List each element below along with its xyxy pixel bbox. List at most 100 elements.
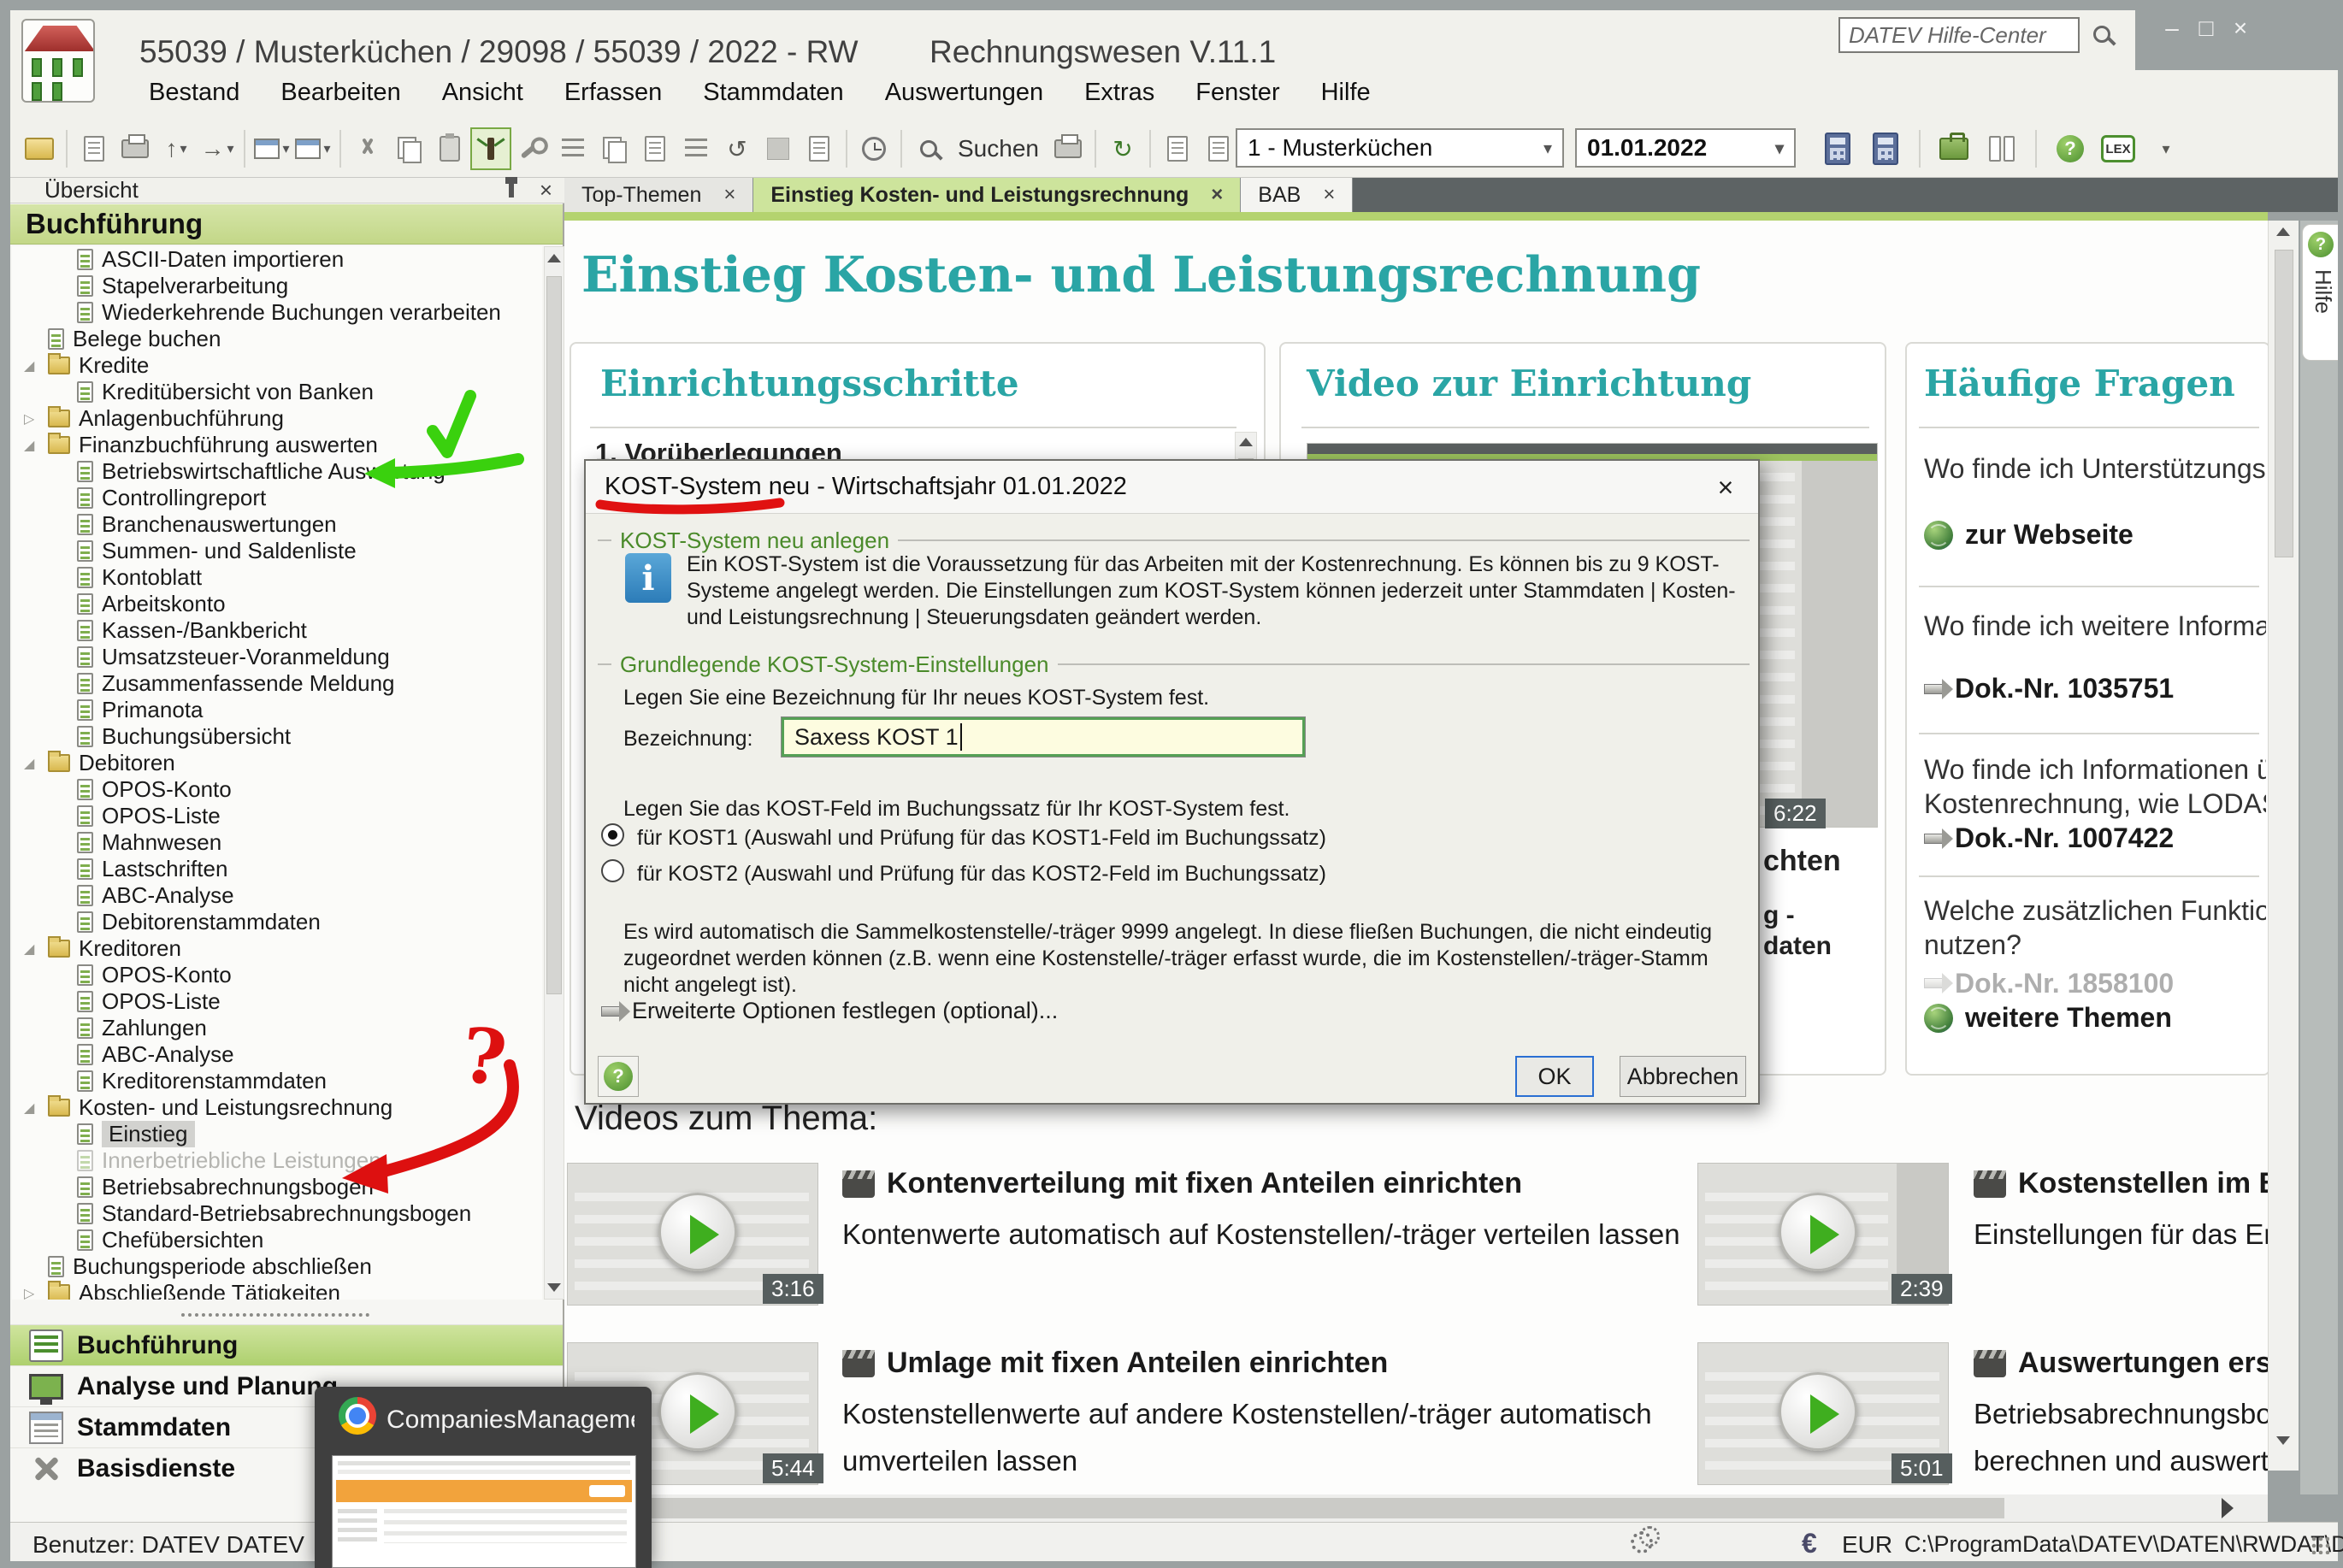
expander-closed-icon[interactable] [24,410,39,427]
scroll-down-icon[interactable] [2276,1436,2290,1445]
stack-button[interactable] [593,127,634,170]
books-button[interactable] [1981,127,2022,170]
menu-ansicht[interactable]: Ansicht [422,79,544,107]
dialog-help-button[interactable] [598,1056,639,1097]
tree-item[interactable]: Branchenauswertungen [12,511,542,538]
tree-item-betriebsabrechnungsbogen[interactable]: Betriebsabrechnungsbogen [12,1174,542,1200]
video-title[interactable]: Kontenverteilung mit fixen Anteilen einr… [842,1167,1663,1200]
tree-item[interactable]: Arbeitskonto [12,591,542,617]
search-button-label[interactable]: Suchen [958,135,1039,162]
tab-einstieg-kost[interactable]: Einstieg Kosten- und Leistungsrechnung× [753,178,1241,212]
faq-link-weitere-themen[interactable]: weitere Themen [1924,1002,2266,1034]
menu-bearbeiten[interactable]: Bearbeiten [260,79,421,107]
panel-close-icon[interactable]: × [540,177,552,203]
search-document-button[interactable] [908,127,949,170]
gears-icon[interactable] [1631,1531,1653,1553]
refresh-button[interactable] [1102,127,1143,170]
tree-item[interactable]: Belege buchen [12,326,542,352]
help-center-search-input[interactable] [1838,17,2080,53]
print-button[interactable] [115,127,156,170]
tree-scrollbar[interactable] [544,246,564,1300]
search-icon[interactable] [2093,26,2110,43]
print-preview-button[interactable] [74,127,115,170]
copy-button[interactable] [388,127,429,170]
tree-item[interactable]: Kreditübersicht von Banken [12,379,542,405]
tree-item[interactable]: Kassen-/Bankbericht [12,617,542,644]
hilfe-side-tab[interactable]: Hilfe [2302,224,2338,361]
cut-button[interactable] [347,127,388,170]
tab-close-icon[interactable]: × [723,183,735,207]
settings-wrench-button[interactable] [511,127,552,170]
open-button[interactable] [19,127,60,170]
scroll-down-icon[interactable] [547,1283,561,1292]
tab-top-themen[interactable]: Top-Themen× [564,178,753,212]
tree-item[interactable]: Chefübersichten [12,1227,542,1253]
tree-item[interactable]: Zahlungen [12,1015,542,1041]
tree-item[interactable]: Wiederkehrende Buchungen verarbeiten [12,299,542,326]
calculator-euro-button[interactable] [1865,127,1906,170]
companies-management-window[interactable]: CompaniesManagement - OCT... [315,1387,652,1568]
tree-item[interactable]: OPOS-Liste [12,988,542,1015]
undo-button[interactable] [717,127,758,170]
play-icon[interactable] [658,1372,737,1451]
dialog-title-bar[interactable]: KOST-System neu - Wirtschaftsjahr 01.01.… [586,461,1758,514]
tree-folder[interactable]: Debitoren [12,750,542,776]
tree-item[interactable]: Mahnwesen [12,829,542,856]
tree-item[interactable]: OPOS-Konto [12,962,542,988]
advanced-options-link[interactable]: Erweiterte Optionen festlegen (optional)… [601,998,1058,1024]
tree-folder[interactable]: Kredite [12,352,542,379]
tree-item[interactable]: Standard-Betriebsabrechnungsbogen [12,1200,542,1227]
resize-grip[interactable] [2311,1536,2329,1554]
edit-document-button[interactable] [799,127,840,170]
faq-link-doknr[interactable]: Dok.-Nr. 1007422 [1924,822,2266,854]
tab-close-icon[interactable]: × [1211,183,1223,207]
tree-folder[interactable]: Kosten- und Leistungsrechnung [12,1094,542,1121]
tree-item[interactable]: Summen- und Saldenliste [12,538,542,564]
tree-item[interactable]: Buchungsperiode abschließen [12,1253,542,1280]
booking-list-button[interactable] [552,127,593,170]
radio-kost2-label[interactable]: für KOST2 (Auswahl und Prüfung für das K… [637,861,1326,887]
radio-kost1-label[interactable]: für KOST1 (Auswahl und Prüfung für das K… [637,825,1326,852]
tree-view-button[interactable] [470,127,511,170]
close-button[interactable]: × [2223,14,2257,43]
menu-bestand[interactable]: Bestand [128,79,260,107]
toolbar-overflow-button[interactable]: ▾ [2145,127,2187,170]
menu-auswertungen[interactable]: Auswertungen [865,79,1064,107]
calculator-button[interactable] [1817,127,1858,170]
navigate-forward-button[interactable]: → [197,127,238,170]
tree-folder[interactable]: Kreditoren [12,935,542,962]
video-title[interactable]: Kostenstellen im Belege buchen erfasse [1974,1167,2268,1200]
clock-button[interactable] [853,127,894,170]
tab-bab[interactable]: BAB× [1241,178,1353,212]
scroll-up-icon[interactable] [1239,438,1253,446]
print-list-button[interactable] [1048,127,1089,170]
tree-item[interactable]: Zusammenfassende Meldung [12,670,542,697]
tree-item[interactable]: Umsatzsteuer-Voranmeldung [12,644,542,670]
play-icon[interactable] [1779,1372,1857,1451]
lex-info-button[interactable] [2098,127,2139,170]
tree-item[interactable]: ABC-Analyse [12,1041,542,1068]
faq-link-webseite[interactable]: zur Webseite [1924,519,2266,551]
ok-button[interactable]: OK [1515,1056,1594,1097]
tree-item[interactable]: Betriebswirtschaftliche Auswertung [12,458,542,485]
video-title[interactable]: Umlage mit fixen Anteilen einrichten [842,1347,1663,1380]
radio-kost2[interactable] [601,859,624,882]
faq-link-doknr[interactable]: Dok.-Nr. 1035751 [1924,673,2266,704]
tree-item[interactable]: Stapelverarbeitung [12,273,542,299]
window-layout-button[interactable] [292,127,333,170]
tree-item[interactable]: Kontoblatt [12,564,542,591]
video-title[interactable]: Auswertungen erstellen [1974,1347,2268,1380]
briefcase-button[interactable] [1933,127,1974,170]
menu-erfassen[interactable]: Erfassen [544,79,682,107]
tree-item[interactable]: Controllingreport [12,485,542,511]
play-icon[interactable] [658,1193,737,1271]
bezeichnung-input[interactable]: Saxess KOST 1 [782,717,1305,757]
paste-button[interactable] [429,127,470,170]
nav-buchfuehrung[interactable]: Buchführung [10,1324,563,1365]
tree-item[interactable]: ABC-Analyse [12,882,542,909]
tree-item[interactable]: Kreditorenstammdaten [12,1068,542,1094]
tree-item[interactable]: Primanota [12,697,542,723]
scrollbar-thumb[interactable] [546,276,562,994]
expander-open-icon[interactable] [24,940,39,958]
navigate-back-button[interactable]: ↑ [156,127,197,170]
